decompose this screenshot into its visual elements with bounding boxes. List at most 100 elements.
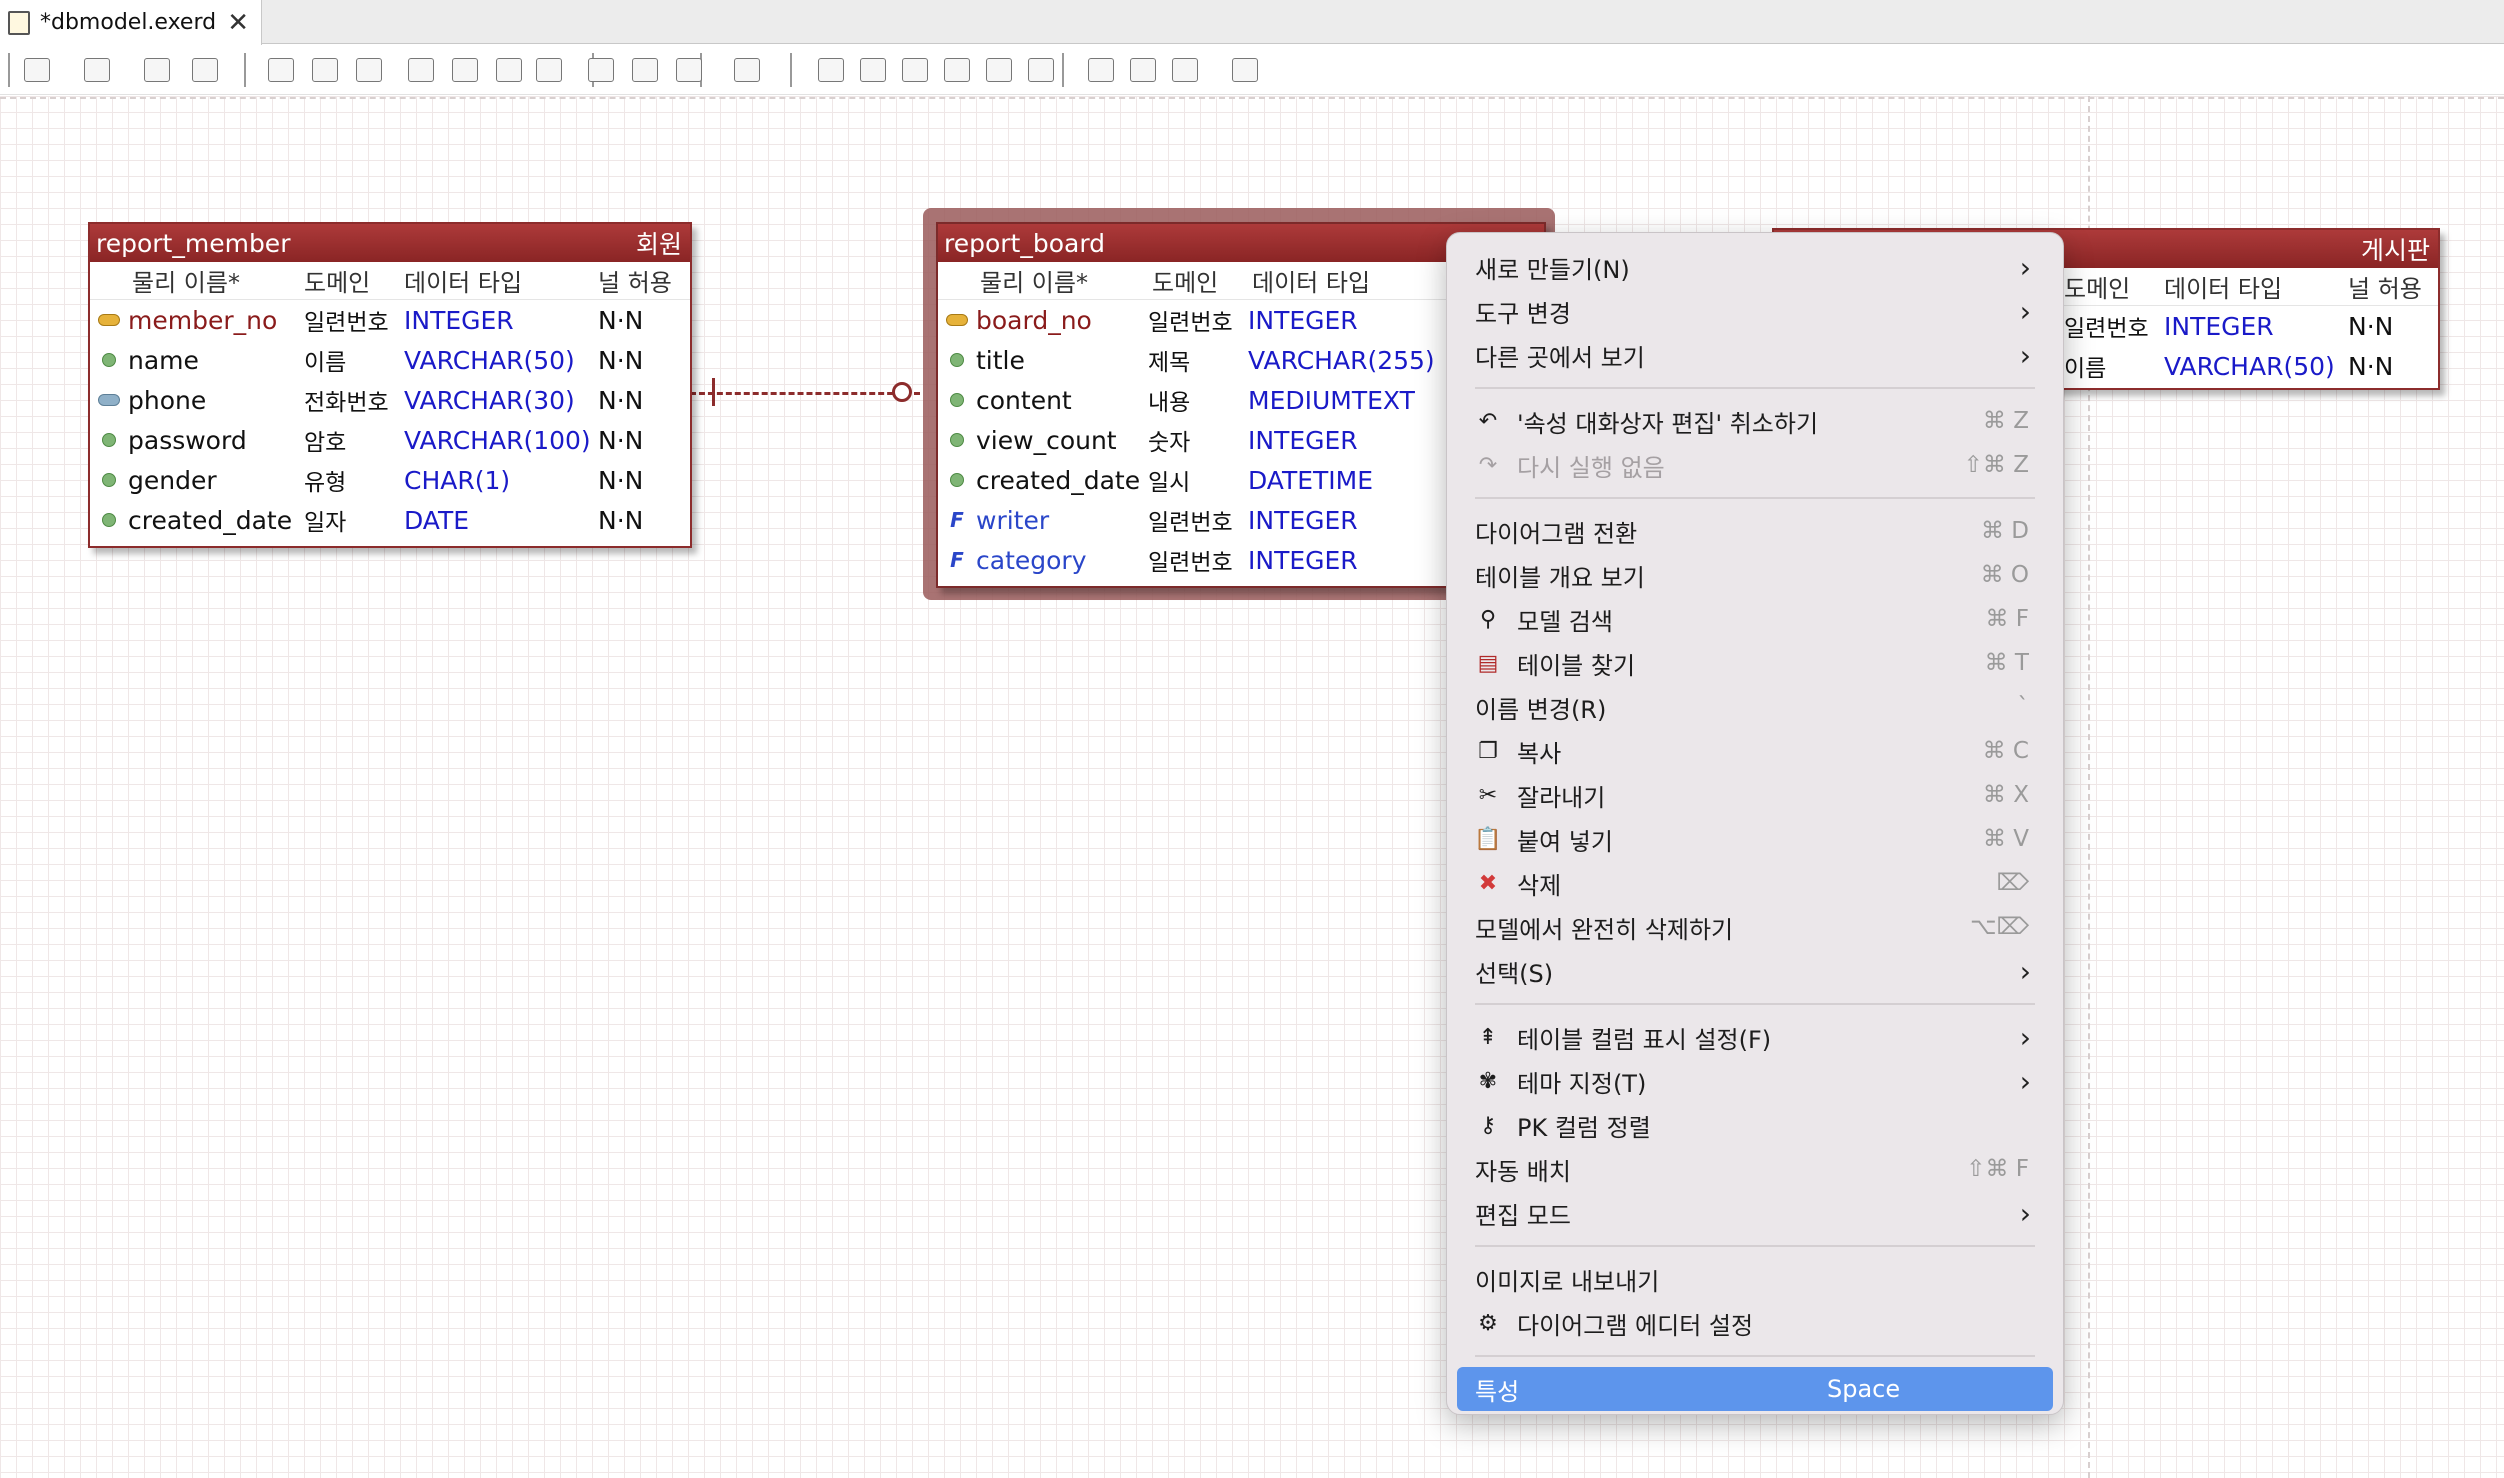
- menu-item-item-28[interactable]: 특성 Space: [1457, 1367, 2053, 1411]
- menu-item-label: 테이블 개요 보기: [1475, 563, 1645, 592]
- settings-icon: ⚙: [1478, 1310, 1498, 1336]
- primary-key-icon: [946, 314, 968, 326]
- zoom-icon-glyph: [356, 58, 382, 82]
- menu-item-item-10[interactable]: ▤ 테이블 찾기 ⌘ T: [1447, 641, 2063, 685]
- table-row[interactable]: name 이름 VARCHAR(50) N·N: [90, 340, 690, 380]
- align-left-icon[interactable]: [814, 55, 848, 85]
- menu-item-t[interactable]: ✾ 테마 지정(T) ›: [1447, 1059, 2063, 1103]
- column-name: member_no: [128, 305, 278, 335]
- export-icon[interactable]: [584, 55, 618, 85]
- physical-model-icon-glyph: [24, 58, 50, 82]
- table-row[interactable]: created_date 일자 DATE N·N: [90, 500, 690, 540]
- column-domain: 숫자: [1148, 430, 1191, 456]
- validate-icon-glyph: [1130, 58, 1156, 82]
- align-top-icon[interactable]: [940, 55, 974, 85]
- zoom-icon[interactable]: [352, 55, 386, 85]
- entity-report-member[interactable]: report_member 회원 물리 이름* 도메인 데이터 타입 널 허용 …: [88, 222, 692, 548]
- entity-toggle-icon[interactable]: [80, 55, 114, 85]
- column-icon-cell: [938, 473, 976, 487]
- column-domain: 유형: [304, 470, 347, 496]
- menu-item-s[interactable]: 선택(S) ›: [1447, 949, 2063, 993]
- page-icon[interactable]: [1084, 55, 1118, 85]
- chevron-right-icon: ›: [2019, 1064, 2031, 1098]
- relation2-icon[interactable]: [492, 55, 526, 85]
- menu-item-item-23[interactable]: 편집 모드 ›: [1447, 1191, 2063, 1235]
- menu-item-item-9[interactable]: ⚲ 모델 검색 ⌘ F: [1447, 597, 2063, 641]
- align-bottom-icon[interactable]: [1024, 55, 1058, 85]
- align-right-icon[interactable]: [898, 55, 932, 85]
- align-middle-icon-glyph: [986, 58, 1012, 82]
- menu-item-label: 편집 모드: [1475, 1201, 1571, 1230]
- chevron-right-icon: ›: [2019, 1020, 2031, 1054]
- hand-icon[interactable]: [308, 55, 342, 85]
- relationship-line[interactable]: [690, 392, 920, 395]
- column-icon-cell: [90, 473, 128, 487]
- menu-item-label: 다이어그램 전환: [1475, 519, 1638, 548]
- column-icon-cell: [938, 353, 976, 367]
- menu-item-label: 모델 검색: [1517, 607, 1613, 636]
- table-row[interactable]: password 암호 VARCHAR(100) N·N: [90, 420, 690, 460]
- menu-item-item-4[interactable]: ↶ '속성 대화상자 편집' 취소하기 ⌘ Z: [1447, 399, 2063, 443]
- toolbar: [0, 45, 2504, 95]
- tab-dbmodel[interactable]: *dbmodel.exerd ✕: [0, 0, 262, 45]
- menu-shortcut: Space: [1827, 1375, 1901, 1403]
- column-nullable: N·N: [598, 505, 644, 535]
- menu-item-item-25[interactable]: 이미지로 내보내기: [1447, 1257, 2063, 1301]
- chevron-right-icon: ›: [2019, 338, 2031, 372]
- generate-icon[interactable]: [1168, 55, 1202, 85]
- column-icon: [102, 473, 116, 487]
- entity-title[interactable]: report_member 회원: [90, 224, 690, 262]
- image-icon[interactable]: [672, 55, 706, 85]
- relation2-icon-glyph: [496, 58, 522, 82]
- menu-item-item-1[interactable]: 도구 변경 ›: [1447, 289, 2063, 333]
- column-domain: 전화번호: [304, 390, 389, 416]
- column-domain: 일련번호: [304, 310, 389, 336]
- close-icon[interactable]: ✕: [227, 8, 249, 38]
- relation-icon[interactable]: [448, 55, 482, 85]
- note-icon[interactable]: [532, 55, 566, 85]
- layout-icon[interactable]: [188, 55, 222, 85]
- menu-item-item-15[interactable]: ✖ 삭제 ⌦: [1447, 861, 2063, 905]
- menu-item-n[interactable]: 새로 만들기(N) ›: [1447, 245, 2063, 289]
- table-row[interactable]: phone 전화번호 VARCHAR(30) N·N: [90, 380, 690, 420]
- forward-icon[interactable]: [1228, 55, 1262, 85]
- menu-item-item-14[interactable]: 📋 붙여 넣기 ⌘ V: [1447, 817, 2063, 861]
- menu-item-f[interactable]: ⇞ 테이블 컬럼 표시 설정(F) ›: [1447, 1015, 2063, 1059]
- table-row[interactable]: member_no 일련번호 INTEGER N·N: [90, 300, 690, 340]
- menu-item-item-13[interactable]: ✂ 잘라내기 ⌘ X: [1447, 773, 2063, 817]
- column-icon: [102, 513, 116, 527]
- table-icon[interactable]: [404, 55, 438, 85]
- menu-item-item-26[interactable]: ⚙ 다이어그램 에디터 설정: [1447, 1301, 2063, 1345]
- pointer-icon[interactable]: [264, 55, 298, 85]
- align-top-icon-glyph: [944, 58, 970, 82]
- table-view-icon[interactable]: [140, 55, 174, 85]
- table-row[interactable]: gender 유형 CHAR(1) N·N: [90, 460, 690, 500]
- column-domain: 이름: [2064, 356, 2107, 382]
- menu-item-label: 복사: [1517, 739, 1562, 768]
- header-domain: 도메인: [1152, 269, 1219, 297]
- print-icon[interactable]: [628, 55, 662, 85]
- column-icon: [950, 433, 964, 447]
- menu-item-item-16[interactable]: 모델에서 완전히 삭제하기 ⌥⌦: [1447, 905, 2063, 949]
- theme-icon[interactable]: [730, 55, 764, 85]
- menu-item-item-7[interactable]: 다이어그램 전환 ⌘ D: [1447, 509, 2063, 553]
- column-name: password: [128, 425, 247, 455]
- menu-item-pk[interactable]: ⚷ PK 컬럼 정렬: [1447, 1103, 2063, 1147]
- physical-model-icon[interactable]: [20, 55, 54, 85]
- file-icon: [8, 10, 30, 35]
- align-middle-icon[interactable]: [982, 55, 1016, 85]
- align-center-icon[interactable]: [856, 55, 890, 85]
- menu-item-item-2[interactable]: 다른 곳에서 보기 ›: [1447, 333, 2063, 377]
- menu-item-label: 다이어그램 에디터 설정: [1517, 1311, 1754, 1340]
- align-right-icon-glyph: [902, 58, 928, 82]
- menu-shortcut: ⌘ C: [1982, 738, 2029, 764]
- menu-item-r[interactable]: 이름 변경(R) `: [1447, 685, 2063, 729]
- menu-item-item-8[interactable]: 테이블 개요 보기 ⌘ O: [1447, 553, 2063, 597]
- column-name: view_count: [976, 425, 1117, 455]
- menu-item-item-12[interactable]: ❐ 복사 ⌘ C: [1447, 729, 2063, 773]
- page-guide-horizontal: [0, 97, 2504, 99]
- validate-icon[interactable]: [1126, 55, 1160, 85]
- column-icon-cell: F: [938, 548, 976, 572]
- menu-item-item-22[interactable]: 자동 배치 ⇧⌘ F: [1447, 1147, 2063, 1191]
- menu-shortcut: ⌘ V: [1982, 826, 2029, 852]
